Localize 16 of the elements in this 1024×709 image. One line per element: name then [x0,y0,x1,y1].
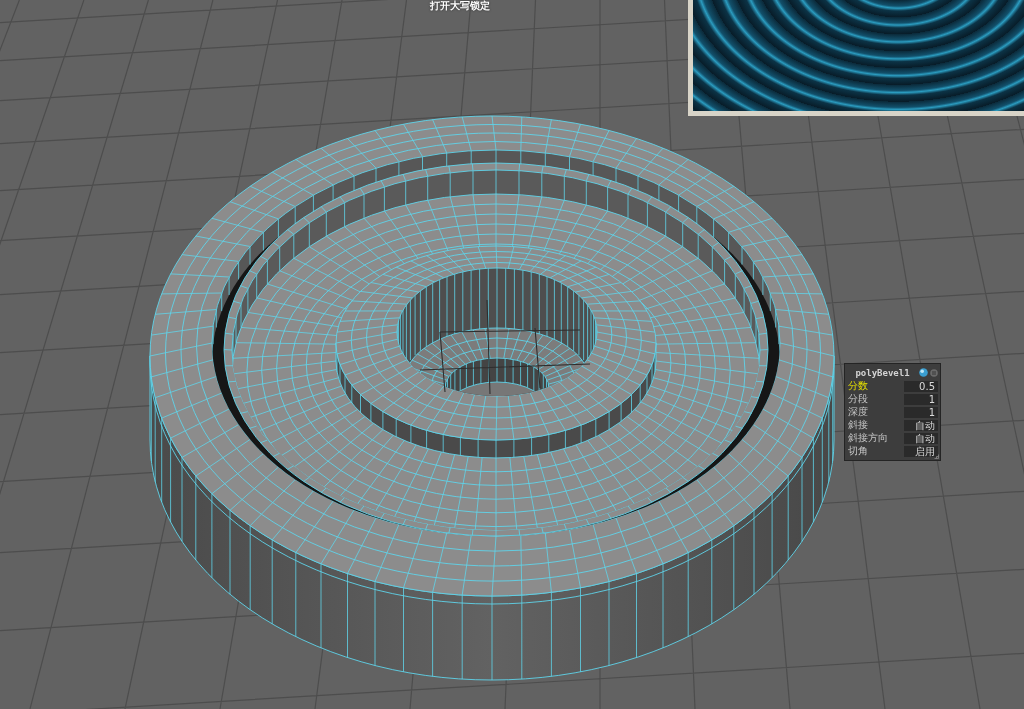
attribute-label[interactable]: 斜接 [848,419,868,431]
attribute-value-field[interactable]: 1 [904,406,938,418]
attribute-label[interactable]: 深度 [848,406,868,418]
attribute-value-field[interactable]: 0.5 [904,380,938,392]
resize-grip-icon[interactable] [934,454,939,459]
attribute-value-field[interactable]: 启用 [904,445,938,457]
attribute-label[interactable]: 分段 [848,393,868,405]
attribute-value-field[interactable]: 自动 [904,432,938,444]
attribute-value-field[interactable]: 自动 [904,419,938,431]
attribute-label[interactable]: 分数 [848,380,868,392]
attribute-label[interactable]: 斜接方向 [848,432,888,444]
attribute-value-field[interactable]: 1 [904,393,938,405]
node-title: polyBevel1 [854,367,911,378]
attribute-label[interactable]: 切角 [848,445,868,457]
sphere-icon[interactable] [919,368,928,377]
caps-lock-message: 打开大写锁定 [430,0,490,12]
